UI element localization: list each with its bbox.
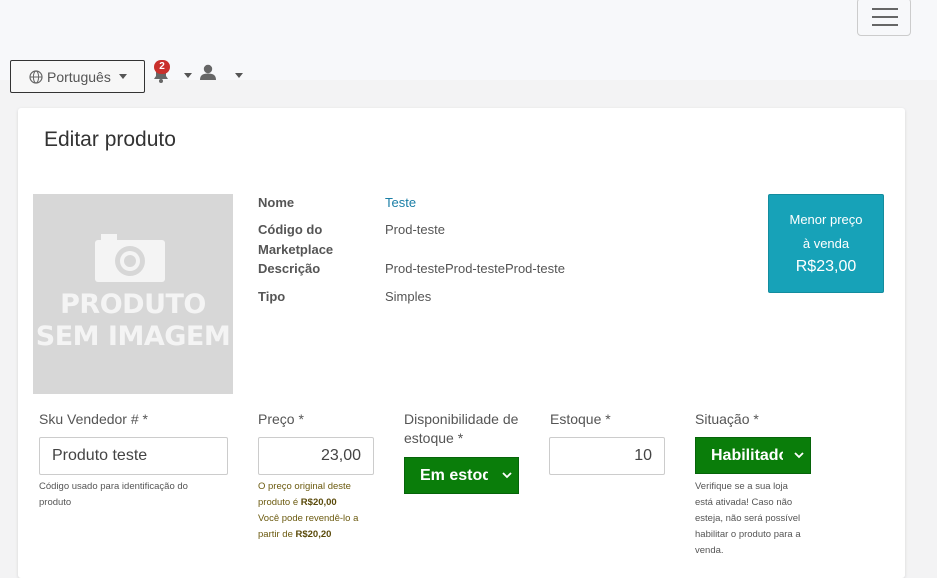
stock-label: Estoque * [550, 411, 611, 427]
chevron-down-icon [502, 472, 512, 479]
lowest-price-title-line2: à venda [802, 236, 850, 251]
lowest-price-value: R$23,00 [795, 258, 857, 275]
language-dropdown-button[interactable]: Português [10, 60, 145, 93]
globe-icon [29, 69, 43, 84]
status-selected-value: Habilitado [711, 446, 783, 464]
availability-label-line2: estoque * [404, 430, 464, 446]
notification-count-badge: 2 [154, 60, 170, 74]
price-input[interactable] [258, 437, 374, 475]
price-help-line4: partir de R$20,20 [258, 529, 332, 540]
min-resale-price-value: R$20,20 [295, 529, 332, 540]
hamburger-icon [872, 8, 898, 10]
status-help-line3: esteja, não será possível [695, 513, 801, 524]
camera-icon [95, 234, 165, 282]
description-label: Descrição [258, 261, 321, 276]
description-value: Prod-testeProd-testeProd-teste [385, 261, 565, 276]
price-help-line1: O preço original deste [258, 481, 351, 492]
name-label: Nome [258, 195, 295, 210]
price-label: Preço * [258, 411, 304, 427]
sku-help-line2: produto [39, 497, 72, 508]
page-title: Editar produto [44, 128, 176, 151]
price-help-line3: Você pode revendê-lo a [258, 513, 359, 524]
sku-input[interactable] [39, 437, 228, 475]
sku-help-line1: Código usado para identificação do [39, 481, 188, 492]
user-icon[interactable] [199, 64, 217, 80]
notifications-chevron-down-icon[interactable] [184, 73, 192, 78]
original-price-value: R$20,00 [300, 497, 337, 508]
type-label: Tipo [258, 289, 286, 304]
price-help-line2: produto é R$20,00 [258, 497, 337, 508]
chevron-down-icon [794, 452, 804, 459]
status-select[interactable]: Habilitado [695, 437, 811, 474]
availability-label-line1: Disponibilidade de [404, 411, 519, 427]
status-help-line1: Verifique se a sua loja [695, 481, 788, 492]
no-image-text-line1: PRODUTO [60, 289, 206, 320]
name-value-link[interactable]: Teste [385, 193, 416, 213]
menu-toggle-button[interactable] [857, 0, 911, 36]
availability-selected-value: Em estoque [420, 466, 488, 484]
status-help-line5: venda. [695, 545, 724, 556]
lowest-price-box: Menor preço à venda R$23,00 [768, 194, 884, 293]
chevron-down-icon [118, 74, 127, 79]
status-label: Situação * [695, 411, 759, 427]
availability-select[interactable]: Em estoque [404, 457, 519, 494]
lowest-price-title-line1: Menor preço [789, 212, 863, 227]
status-help-line2: está ativada! Caso não [695, 497, 793, 508]
stock-input[interactable] [549, 437, 665, 475]
sku-label: Sku Vendedor # * [39, 411, 148, 427]
marketplace-code-label-line1: Código do [258, 222, 323, 237]
type-value: Simples [385, 289, 432, 304]
user-chevron-down-icon[interactable] [235, 73, 243, 78]
status-help-line4: habilitar o produto para a [695, 529, 801, 540]
product-image-placeholder: PRODUTO SEM IMAGEM [33, 194, 233, 394]
language-label: Português [47, 68, 111, 85]
no-image-text-line2: SEM IMAGEM [35, 321, 231, 352]
marketplace-code-value: Prod-teste [385, 222, 445, 237]
marketplace-code-label-line2: Marketplace [258, 242, 334, 257]
